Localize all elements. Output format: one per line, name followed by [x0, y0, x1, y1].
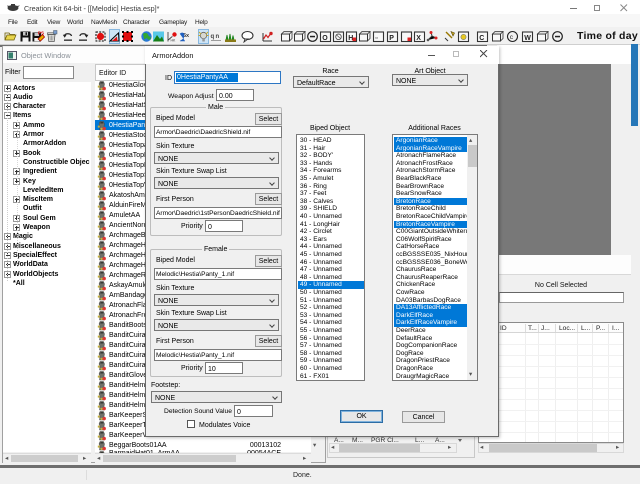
svg-text:O: O	[322, 35, 328, 42]
svg-text:W: W	[524, 35, 531, 42]
svg-text:q: q	[211, 34, 215, 40]
svg-text:c: c	[510, 34, 514, 41]
svg-text:C: C	[479, 35, 484, 42]
svg-text:n: n	[216, 34, 220, 40]
svg-text:HK: HK	[171, 39, 177, 43]
svg-text:▫: ▫	[375, 35, 377, 42]
svg-text:X: X	[416, 35, 421, 42]
svg-text:P: P	[389, 35, 394, 42]
